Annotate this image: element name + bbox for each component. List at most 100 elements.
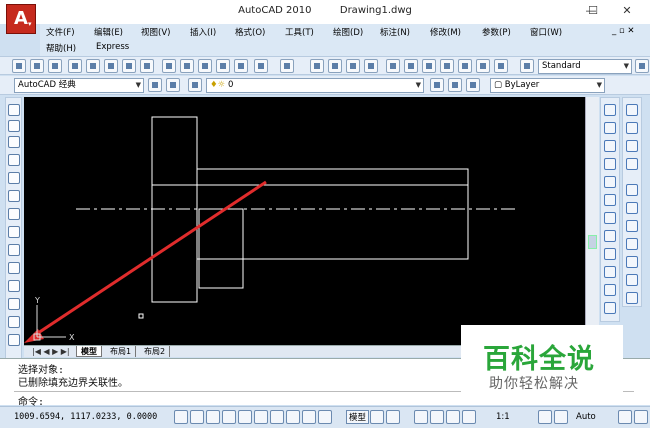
arc-icon[interactable] — [8, 190, 20, 202]
line-icon[interactable] — [8, 104, 20, 116]
layer-select[interactable]: ♦☼ 0 ▼ — [206, 78, 424, 93]
menu-insert[interactable]: 插入(I) — [190, 26, 216, 38]
dynamic-ucs-icon[interactable] — [270, 410, 284, 424]
drawing-canvas[interactable]: Y X — [24, 97, 599, 345]
sun-icon[interactable] — [626, 256, 638, 268]
properties-icon[interactable] — [386, 59, 400, 73]
steeringwheel-icon[interactable] — [446, 410, 460, 424]
menu-help[interactable]: 帮助(H) — [46, 42, 76, 54]
3d-dwf-icon[interactable] — [122, 59, 136, 73]
snap-mode-icon[interactable] — [174, 410, 188, 424]
scrollbar-thumb[interactable] — [588, 235, 597, 249]
lights-icon[interactable] — [626, 238, 638, 250]
trim-icon[interactable] — [604, 266, 616, 278]
text-style-icon[interactable] — [520, 59, 534, 73]
open-icon[interactable] — [30, 59, 44, 73]
vertical-scrollbar[interactable] — [585, 97, 599, 345]
print-preview-icon[interactable] — [86, 59, 100, 73]
close-button[interactable]: ✕ — [612, 3, 642, 19]
stretch-icon[interactable] — [604, 248, 616, 260]
layer-state-icon[interactable] — [466, 78, 480, 92]
menu-express[interactable]: Express — [96, 42, 129, 52]
grid-display-icon[interactable] — [190, 410, 204, 424]
mirror-icon[interactable] — [604, 140, 616, 152]
menu-parameters[interactable]: 参数(P) — [482, 26, 511, 38]
redo-icon[interactable] — [280, 59, 294, 73]
array-icon[interactable] — [604, 176, 616, 188]
design-center-icon[interactable] — [404, 59, 418, 73]
send-under-icon[interactable] — [626, 158, 638, 170]
color-select[interactable]: ▢ ByLayer ▼ — [490, 78, 605, 93]
quick-view-layouts-icon[interactable] — [370, 410, 384, 424]
menu-format[interactable]: 格式(O) — [235, 26, 265, 38]
menu-view[interactable]: 视图(V) — [141, 26, 170, 38]
undo-icon[interactable] — [254, 59, 268, 73]
cut-icon[interactable] — [162, 59, 176, 73]
bring-to-front-icon[interactable] — [626, 104, 638, 116]
workspace-select[interactable]: AutoCAD 经典 ▼ — [14, 78, 144, 93]
break-icon[interactable] — [604, 302, 616, 314]
menu-dimension[interactable]: 标注(N) — [380, 26, 410, 38]
layer-properties-icon[interactable] — [188, 78, 202, 92]
text-style-select[interactable]: Standard ▼ — [538, 59, 632, 74]
circle-icon[interactable] — [8, 208, 20, 220]
copy-object-icon[interactable] — [604, 122, 616, 134]
bring-above-icon[interactable] — [626, 140, 638, 152]
pan-icon[interactable] — [414, 410, 428, 424]
zoom-window-icon[interactable] — [346, 59, 360, 73]
point-icon[interactable] — [8, 334, 20, 346]
move-icon[interactable] — [604, 194, 616, 206]
materials-icon[interactable] — [626, 220, 638, 232]
dynamic-input-icon[interactable] — [286, 410, 300, 424]
polar-tracking-icon[interactable] — [222, 410, 236, 424]
hatch-icon[interactable] — [626, 184, 638, 196]
erase-icon[interactable] — [604, 104, 616, 116]
object-snap-icon[interactable] — [238, 410, 252, 424]
rectangle-icon[interactable] — [8, 172, 20, 184]
zoom-realtime-icon[interactable] — [328, 59, 342, 73]
showmotion-icon[interactable] — [462, 410, 476, 424]
menu-edit[interactable]: 编辑(E) — [94, 26, 123, 38]
extend-icon[interactable] — [604, 284, 616, 296]
save-workspace-icon[interactable] — [166, 78, 180, 92]
tab-nav-arrows[interactable]: |◀ ◀ ▶ ▶| — [28, 346, 74, 357]
quick-view-drawings-icon[interactable] — [386, 410, 400, 424]
save-icon[interactable] — [48, 59, 62, 73]
spline-icon[interactable] — [8, 244, 20, 256]
make-current-layer-icon[interactable] — [430, 78, 444, 92]
tool-palettes-icon[interactable] — [422, 59, 436, 73]
rotate-icon[interactable] — [604, 212, 616, 224]
dimension-style-icon[interactable] — [635, 59, 649, 73]
clean-screen-icon[interactable] — [634, 410, 648, 424]
tab-layout1[interactable]: 布局1 — [106, 346, 137, 357]
sheet-set-icon[interactable] — [440, 59, 454, 73]
paste-icon[interactable] — [198, 59, 212, 73]
visual-style-icon[interactable] — [626, 274, 638, 286]
camera-icon[interactable] — [626, 292, 638, 304]
offset-icon[interactable] — [604, 158, 616, 170]
etransmit-icon[interactable] — [140, 59, 154, 73]
construction-line-icon[interactable] — [8, 120, 20, 132]
revision-cloud-icon[interactable] — [8, 226, 20, 238]
polygon-icon[interactable] — [8, 154, 20, 166]
zoom-icon[interactable] — [430, 410, 444, 424]
layer-previous-icon[interactable] — [448, 78, 462, 92]
block-editor-icon[interactable] — [234, 59, 248, 73]
ortho-mode-icon[interactable] — [206, 410, 220, 424]
toolbar-lock-icon[interactable] — [618, 410, 632, 424]
pan-icon[interactable] — [310, 59, 324, 73]
menu-modify[interactable]: 修改(M) — [430, 26, 461, 38]
menu-file[interactable]: 文件(F) — [46, 26, 75, 38]
annotation-scale[interactable]: 1:1 — [496, 412, 510, 422]
workspace-settings-icon[interactable] — [148, 78, 162, 92]
maximize-button[interactable]: ☐ — [579, 3, 607, 19]
polyline-icon[interactable] — [8, 136, 20, 148]
markup-icon[interactable] — [458, 59, 472, 73]
menu-tools[interactable]: 工具(T) — [285, 26, 314, 38]
new-icon[interactable] — [12, 59, 26, 73]
model-space-button[interactable]: 模型 — [346, 410, 370, 424]
ellipse-arc-icon[interactable] — [8, 280, 20, 292]
workspace-switching[interactable]: Auto — [576, 412, 596, 422]
menu-draw[interactable]: 绘图(D) — [333, 26, 363, 38]
publish-icon[interactable] — [104, 59, 118, 73]
